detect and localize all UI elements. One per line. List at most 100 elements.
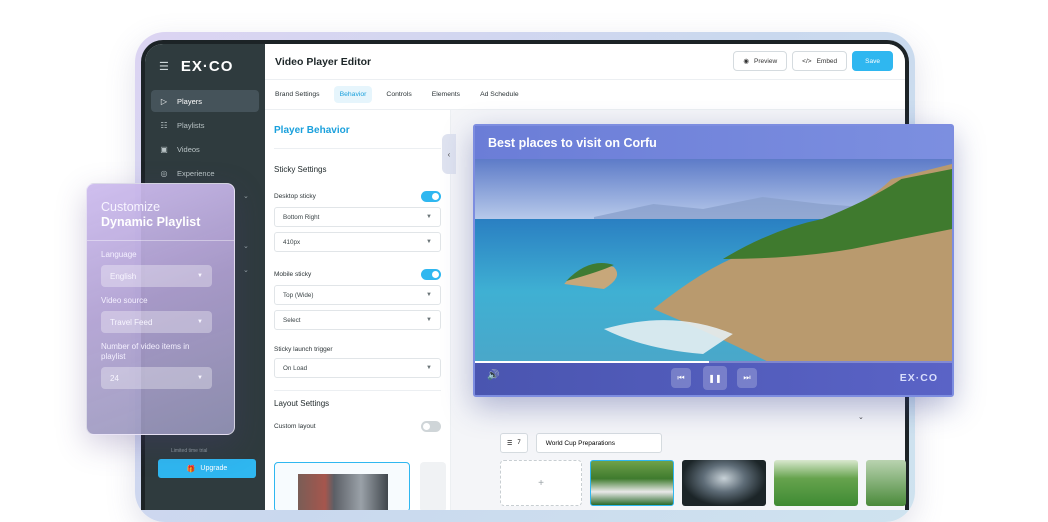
items-count-value: 24 [110, 373, 119, 383]
desktop-size-value: 410px [283, 238, 301, 246]
caret-down-icon: ▼ [426, 239, 432, 245]
add-video-tile[interactable]: + [500, 460, 582, 506]
caret-down-icon: ▼ [197, 273, 203, 279]
caret-down-icon: ▼ [426, 365, 432, 371]
exco-logo: EX·CO [180, 57, 234, 75]
sidebar-header: ☰ EX·CO [145, 44, 265, 88]
video-icon: ▣ [160, 144, 168, 154]
video-title: Best places to visit on Corfu [475, 126, 952, 159]
progress-fill [475, 361, 709, 363]
sidebar-item-label: Experience [177, 168, 215, 178]
mobile-extra-select[interactable]: Select ▼ [274, 310, 441, 330]
trigger-value: On Load [283, 364, 308, 372]
tab-controls[interactable]: Controls [380, 86, 417, 103]
video-thumbnail[interactable] [590, 460, 674, 506]
tab-brand-settings[interactable]: Brand Settings [269, 86, 326, 103]
preview-button[interactable]: ◉ Preview [733, 51, 788, 71]
sidebar-item-label: Players [177, 96, 203, 106]
caret-down-icon: ▼ [426, 214, 432, 220]
video-thumbnail[interactable] [866, 460, 906, 506]
caret-down-icon: ▼ [197, 319, 203, 325]
card-heading-bold: Dynamic Playlist [101, 215, 201, 229]
tab-ad-schedule[interactable]: Ad Schedule [474, 86, 525, 103]
gift-icon: 🎁 [186, 465, 196, 473]
volume-icon[interactable]: 🔊 [487, 370, 499, 381]
playlist-count[interactable]: ☰ 7 [500, 433, 528, 453]
pause-icon[interactable]: ❚❚ [703, 366, 727, 390]
topbar: Video Player Editor ◉ Preview </> Embed … [265, 44, 905, 80]
code-icon: </> [802, 57, 812, 65]
upgrade-label: Upgrade [200, 465, 228, 472]
next-icon[interactable]: ⏭ [737, 368, 757, 388]
chevron-left-icon: ‹ [447, 149, 451, 159]
chevron-down-icon[interactable]: ⌄ [858, 413, 864, 421]
video-player[interactable]: Best places to visit on Corfu 🔊 ⏮ ❚❚ ⏭ E… [473, 124, 954, 397]
desktop-sticky-row: Desktop sticky [274, 191, 441, 202]
collapse-panel-button[interactable]: ‹ [442, 134, 456, 174]
top-actions: ◉ Preview </> Embed Save [733, 51, 893, 71]
mobile-sticky-row: Mobile sticky [274, 269, 441, 280]
upgrade-button[interactable]: 🎁 Upgrade [158, 459, 256, 478]
video-source-select[interactable]: Travel Feed ▼ [101, 311, 212, 333]
layout-preview-image [298, 474, 388, 510]
playlist-strip: ☰ 7 World Cup Preparations [495, 428, 895, 458]
custom-layout-label: Custom layout [274, 423, 316, 430]
chevron-down-icon[interactable]: ⌄ [243, 266, 249, 274]
custom-layout-toggle[interactable] [421, 421, 441, 432]
mobile-sticky-label: Mobile sticky [274, 271, 312, 278]
desktop-size-select[interactable]: 410px ▼ [274, 232, 441, 252]
desktop-position-select[interactable]: Bottom Right ▼ [274, 207, 441, 227]
language-value: English [110, 271, 137, 281]
chevron-down-icon[interactable]: ⌄ [243, 192, 249, 200]
sidebar-item-videos[interactable]: ▣ Videos [151, 138, 259, 160]
sticky-settings-heading: Sticky Settings [274, 165, 327, 174]
mobile-extra-value: Select [283, 316, 301, 324]
sidebar-item-label: Playlists [177, 120, 205, 130]
player-logo: EX·CO [899, 372, 938, 384]
play-icon: ▷ [160, 96, 168, 106]
list-icon: ☷ [160, 120, 168, 130]
playlist-thumbnails: + [500, 460, 906, 506]
dynamic-playlist-card: Customize Dynamic Playlist Language Engl… [86, 183, 235, 435]
page-title: Video Player Editor [275, 55, 372, 68]
items-count-label: Number of video items in playlist [101, 342, 190, 361]
save-button[interactable]: Save [852, 51, 893, 71]
sidebar-item-experience[interactable]: ◎ Experience [151, 162, 259, 184]
mobile-sticky-toggle[interactable] [421, 269, 441, 280]
sidebar-item-playlists[interactable]: ☷ Playlists [151, 114, 259, 136]
items-count-select[interactable]: 24 ▼ [101, 367, 212, 389]
video-thumbnail[interactable] [774, 460, 858, 506]
video-frame-image [475, 159, 952, 364]
caret-down-icon: ▼ [426, 317, 432, 323]
tab-behavior[interactable]: Behavior [333, 86, 373, 103]
experience-icon: ◎ [160, 168, 168, 178]
previous-icon[interactable]: ⏮ [671, 368, 691, 388]
preview-label: Preview [754, 57, 778, 65]
trigger-label: Sticky launch trigger [274, 346, 333, 353]
language-label: Language [101, 250, 137, 259]
caret-down-icon: ▼ [426, 292, 432, 298]
video-thumbnail[interactable] [682, 460, 766, 506]
trial-note: Limited time trial [171, 448, 208, 454]
video-source-label: Video source [101, 296, 148, 305]
divider [274, 390, 441, 391]
desktop-sticky-label: Desktop sticky [274, 193, 316, 200]
embed-button[interactable]: </> Embed [792, 51, 848, 71]
desktop-sticky-toggle[interactable] [421, 191, 441, 202]
playlist-name[interactable]: World Cup Preparations [535, 433, 662, 453]
progress-bar[interactable] [475, 361, 952, 363]
mobile-position-value: Top (Wide) [283, 291, 314, 299]
tab-bar: Brand Settings Behavior Controls Element… [265, 80, 905, 110]
trigger-select[interactable]: On Load ▼ [274, 358, 441, 378]
desktop-position-value: Bottom Right [283, 213, 320, 221]
sidebar-item-players[interactable]: ▷ Players [151, 90, 259, 112]
custom-layout-row: Custom layout [274, 421, 441, 432]
tab-elements[interactable]: Elements [426, 86, 466, 103]
caret-down-icon: ▼ [197, 375, 203, 381]
chevron-down-icon[interactable]: ⌄ [243, 242, 249, 250]
language-select[interactable]: English ▼ [101, 265, 212, 287]
mobile-position-select[interactable]: Top (Wide) ▼ [274, 285, 441, 305]
list-icon: ☰ [507, 440, 513, 447]
hamburger-menu-icon[interactable]: ☰ [159, 60, 169, 73]
panel-title: Player Behavior [274, 125, 350, 136]
